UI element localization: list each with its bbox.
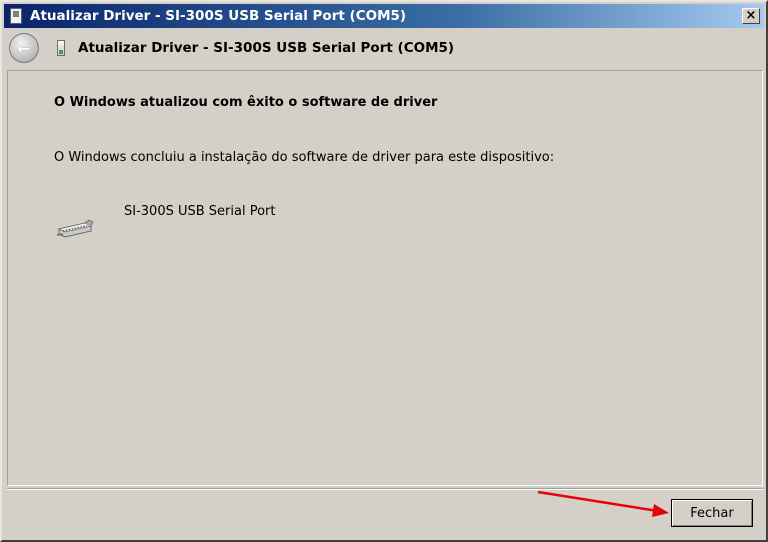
wizard-content-panel: O Windows atualizou com êxito o software… (7, 70, 763, 486)
update-driver-window: Atualizar Driver - SI-300S USB Serial Po… (0, 0, 768, 542)
completion-description: O Windows concluiu a instalação do softw… (54, 150, 555, 165)
wizard-title: Atualizar Driver - SI-300S USB Serial Po… (78, 40, 455, 56)
back-arrow-icon: ← (17, 38, 31, 58)
serial-port-icon (56, 219, 94, 238)
annotation-arrow-icon (537, 490, 669, 517)
close-button[interactable]: Fechar (671, 499, 753, 527)
window-close-button[interactable]: × (742, 8, 760, 24)
window-device-icon (10, 8, 22, 24)
success-heading: O Windows atualizou com êxito o software… (54, 95, 438, 110)
window-title: Atualizar Driver - SI-300S USB Serial Po… (30, 8, 407, 24)
title-bar[interactable]: Atualizar Driver - SI-300S USB Serial Po… (4, 4, 764, 28)
usb-device-icon (57, 40, 65, 56)
wizard-nav-bar: ← Atualizar Driver - SI-300S USB Serial … (4, 28, 764, 68)
device-name: SI-300S USB Serial Port (124, 204, 276, 219)
back-button[interactable]: ← (9, 33, 39, 63)
